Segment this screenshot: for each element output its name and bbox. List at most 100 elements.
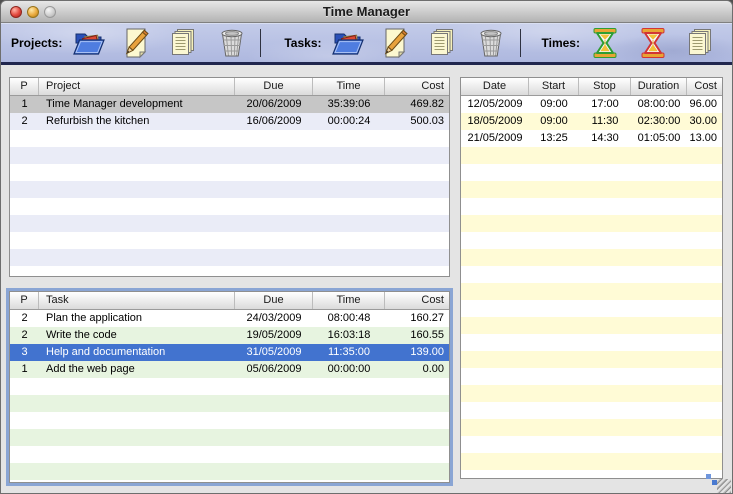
table-header: P Task Due Time Cost (10, 292, 449, 310)
column-header-due[interactable]: Due (235, 78, 313, 95)
table-cell: Help and documentation (46, 346, 166, 358)
table-cell: 21/05/2009 (467, 132, 523, 144)
pencil-icon (120, 27, 154, 59)
table-row[interactable]: 3 Help and documentation 31/05/2009 11:35:0… (10, 344, 449, 361)
table-cell: 19/05/2009 (246, 329, 302, 341)
table-cell: 14:30 (591, 132, 619, 144)
window-title: Time Manager (322, 4, 411, 19)
column-header-cost[interactable]: Cost (687, 78, 722, 95)
times-copy-button[interactable] (684, 25, 721, 61)
table-cell: Write the code (46, 329, 117, 341)
projects-edit-button[interactable] (118, 25, 155, 61)
table-body: 2 Plan the application 24/03/2009 08:00:48 1… (10, 310, 449, 482)
projects-copy-button[interactable] (166, 25, 203, 61)
zoom-button[interactable] (44, 6, 56, 18)
pages-icon (685, 27, 719, 59)
table-row[interactable]: 2 Refurbish the kitchen 16/06/2009 00:00:24… (10, 113, 449, 130)
hourglass-stop-icon (637, 27, 671, 59)
table-body: 1 Time Manager development 20/06/2009 35:39… (10, 96, 449, 276)
table-cell: 00:00:00 (327, 363, 371, 375)
table-cell: 1 (21, 363, 28, 375)
resize-grip[interactable] (717, 479, 731, 493)
table-row[interactable]: 1 Add the web page 05/06/2009 00:00:00 0.00 (10, 361, 449, 378)
table-cell: 3 (21, 346, 28, 358)
folder-open-icon (72, 27, 106, 59)
table-cell: 02:30:00 (637, 115, 681, 127)
table-row[interactable]: 12/05/2009 09:00 17:00 08:00:00 96.00 (461, 96, 722, 113)
table-cell: 469.82 (410, 98, 444, 110)
table-cell: 2 (21, 115, 28, 127)
toolbar-buttons-times (588, 25, 732, 61)
column-header-due[interactable]: Due (235, 292, 313, 309)
tasks-panel: P Task Due Time Cost 2 Plan the application 24/… (6, 288, 453, 486)
column-header-duration[interactable]: Duration (631, 78, 687, 95)
trash-icon (475, 27, 509, 59)
column-header-p[interactable]: P (10, 78, 39, 95)
hourglass-start-icon (589, 27, 623, 59)
column-header-start[interactable]: Start (529, 78, 579, 95)
titlebar[interactable]: Time Manager (1, 1, 732, 23)
toolbar: Projects: Tasks: Times: (1, 23, 732, 65)
table-cell: 11:30 (591, 115, 619, 127)
column-header-time[interactable]: Time (313, 78, 385, 95)
column-header-cost[interactable]: Cost (385, 292, 449, 309)
toolbar-buttons-projects (70, 25, 251, 61)
tasks-open-button[interactable] (330, 25, 367, 61)
toolbar-group-projects: Projects: (11, 25, 251, 61)
table-cell: 16/06/2009 (246, 115, 302, 127)
table-cell: Plan the application (46, 312, 143, 324)
column-header-time[interactable]: Time (313, 292, 385, 309)
toolbar-buttons-tasks (330, 25, 511, 61)
table-cell: 08:00:00 (637, 98, 681, 110)
column-header-date[interactable]: Date (461, 78, 529, 95)
table-cell: 139.00 (410, 346, 444, 358)
column-header-p[interactable]: P (10, 292, 39, 309)
table-row[interactable]: 18/05/2009 09:00 11:30 02:30:00 30.00 (461, 113, 722, 130)
table-row[interactable]: 2 Write the code 19/05/2009 16:03:18 160.55 (10, 327, 449, 344)
table-cell: 160.55 (410, 329, 444, 341)
window-controls (10, 1, 56, 23)
toolbar-label-projects: Projects: (11, 36, 63, 50)
tasks-copy-button[interactable] (426, 25, 463, 61)
toolbar-label-times: Times: (541, 36, 580, 50)
table-row[interactable]: 21/05/2009 13:25 14:30 01:05:00 13.00 (461, 130, 722, 147)
column-header-task[interactable]: Task (39, 292, 235, 309)
pencil-icon (379, 27, 413, 59)
trash-icon (216, 27, 250, 59)
times-start-button[interactable] (588, 25, 625, 61)
table-header: Date Start Stop Duration Cost (461, 78, 722, 96)
table-cell: 17:00 (591, 98, 619, 110)
table-cell: 18/05/2009 (467, 115, 523, 127)
table-row[interactable]: 2 Plan the application 24/03/2009 08:00:48 1… (10, 310, 449, 327)
table-cell: 24/03/2009 (246, 312, 302, 324)
projects-delete-button[interactable] (214, 25, 251, 61)
close-button[interactable] (10, 6, 22, 18)
table-cell: 20/06/2009 (246, 98, 302, 110)
column-header-project[interactable]: Project (39, 78, 235, 95)
table-cell: 30.00 (689, 115, 717, 127)
table-cell: Time Manager development (46, 98, 183, 110)
table-cell: 2 (21, 312, 28, 324)
table-cell: 13.00 (689, 132, 717, 144)
table-row[interactable]: 1 Time Manager development 20/06/2009 35:39… (10, 96, 449, 113)
times-stop-button[interactable] (636, 25, 673, 61)
tasks-edit-button[interactable] (378, 25, 415, 61)
table-cell: 1 (21, 98, 28, 110)
table-cell: 500.03 (410, 115, 444, 127)
column-header-cost[interactable]: Cost (385, 78, 449, 95)
table-cell: 0.00 (422, 363, 444, 375)
minimize-button[interactable] (27, 6, 39, 18)
table-body: 12/05/2009 09:00 17:00 08:00:00 96.00 18/05/2… (461, 96, 722, 478)
table-cell: Add the web page (46, 363, 135, 375)
content-area: P Project Due Time Cost 1 Time Manager develop… (1, 65, 732, 493)
times-panel: Date Start Stop Duration Cost 12/05/2009 09:00… (460, 77, 723, 479)
tasks-delete-button[interactable] (474, 25, 511, 61)
table-cell: 09:00 (540, 98, 568, 110)
table-cell: 00:00:24 (327, 115, 371, 127)
toolbar-separator (519, 29, 521, 57)
toolbar-group-times: Times: (542, 25, 733, 61)
column-header-stop[interactable]: Stop (579, 78, 631, 95)
table-cell: 09:00 (540, 115, 568, 127)
projects-open-button[interactable] (70, 25, 107, 61)
table-cell: 08:00:48 (327, 312, 371, 324)
